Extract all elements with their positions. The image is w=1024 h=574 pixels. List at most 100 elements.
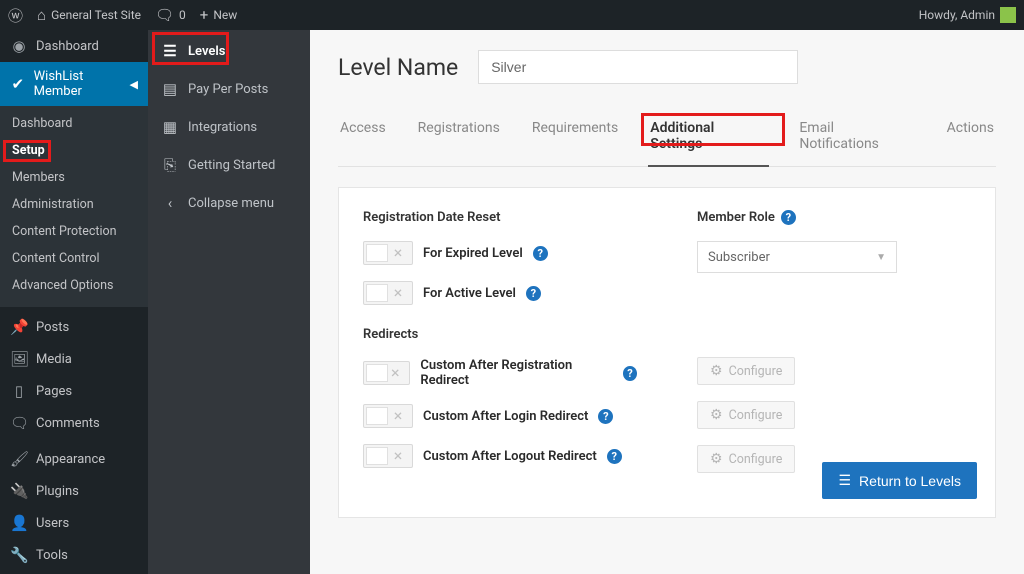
pages-icon: ▯: [10, 382, 28, 400]
x-icon: ×: [389, 447, 407, 465]
label-after-login: Custom After Login Redirect: [423, 409, 588, 424]
menu-users[interactable]: 👤Users: [0, 507, 148, 539]
gear-icon: ⚙: [710, 407, 723, 423]
howdy-link[interactable]: Howdy, Admin: [919, 7, 1016, 23]
submenu-members[interactable]: Members: [0, 164, 148, 191]
help-icon[interactable]: ?: [623, 366, 637, 381]
calendar-icon: ▦: [162, 118, 178, 136]
menu-wishlist-member[interactable]: ✔WishList Member◀: [0, 62, 148, 106]
avatar: [1000, 7, 1016, 23]
caret-down-icon: ▼: [876, 252, 886, 263]
member-role-select[interactable]: Subscriber ▼: [697, 241, 897, 273]
media-icon: 🖼: [10, 350, 28, 368]
check-icon: ✔: [10, 75, 26, 93]
comments-link[interactable]: 🗨0: [155, 6, 186, 24]
configure-after-login-button[interactable]: ⚙Configure: [697, 401, 795, 429]
menu-plugins[interactable]: 🔌Plugins: [0, 475, 148, 507]
admin-sidebar: ◉Dashboard ✔WishList Member◀ Dashboard S…: [0, 30, 148, 574]
submenu-dashboard[interactable]: Dashboard: [0, 110, 148, 137]
tab-email-notifications[interactable]: Email Notifications: [797, 112, 916, 166]
brush-icon: 🖌: [10, 450, 28, 468]
tabs: Access Registrations Requirements Additi…: [338, 112, 996, 167]
site-link[interactable]: ⌂ General Test Site: [37, 6, 141, 24]
wlm-collapse[interactable]: ‹Collapse menu: [148, 184, 310, 222]
x-icon: ×: [389, 244, 407, 262]
menu-appearance[interactable]: 🖌Appearance: [0, 443, 148, 475]
comment-icon: 🗨: [155, 6, 174, 24]
howdy-text: Howdy, Admin: [919, 8, 995, 22]
submenu-administration[interactable]: Administration: [0, 191, 148, 218]
gear-icon: ⚙: [710, 451, 723, 467]
document-icon: ▤: [162, 80, 178, 98]
return-to-levels-button[interactable]: ☰Return to Levels: [822, 462, 977, 499]
level-name-input[interactable]: [478, 50, 798, 84]
wlm-getting-started[interactable]: ⎘Getting Started: [148, 146, 310, 184]
toggle-expired-level[interactable]: ×: [363, 241, 413, 265]
wlm-sidebar: ☰Levels ▤Pay Per Posts ▦Integrations ⎘Ge…: [148, 30, 310, 574]
label-after-logout: Custom After Logout Redirect: [423, 449, 597, 464]
menu-pages[interactable]: ▯Pages: [0, 375, 148, 407]
toggle-after-registration[interactable]: ×: [363, 361, 410, 385]
tab-actions[interactable]: Actions: [945, 112, 996, 166]
menu-media[interactable]: 🖼Media: [0, 343, 148, 375]
submenu-advanced-options[interactable]: Advanced Options: [0, 272, 148, 299]
tab-registrations[interactable]: Registrations: [416, 112, 502, 166]
label-expired-level: For Expired Level: [423, 246, 523, 261]
help-icon[interactable]: ?: [607, 449, 622, 464]
tab-requirements[interactable]: Requirements: [530, 112, 620, 166]
toggle-after-login[interactable]: ×: [363, 404, 413, 428]
plug-icon: 🔌: [10, 482, 28, 500]
submenu-wishlist: Dashboard Setup Members Administration C…: [0, 106, 148, 307]
list-icon: ☰: [162, 42, 178, 60]
content-area: Level Name Access Registrations Requirem…: [310, 30, 1024, 574]
site-name: General Test Site: [51, 8, 141, 22]
section-redirects: Redirects: [363, 327, 637, 342]
wlm-levels[interactable]: ☰Levels: [148, 32, 310, 70]
menu-posts[interactable]: 📌Posts: [0, 311, 148, 343]
x-icon: ×: [389, 284, 407, 302]
gear-icon: ⚙: [710, 363, 723, 379]
menu-dashboard[interactable]: ◉Dashboard: [0, 30, 148, 62]
menu-tools[interactable]: 🔧Tools: [0, 539, 148, 571]
label-active-level: For Active Level: [423, 286, 516, 301]
new-link[interactable]: + New: [200, 6, 237, 24]
users-icon: 👤: [10, 514, 28, 532]
wp-logo[interactable]: ⓦ: [8, 5, 23, 26]
help-icon[interactable]: ?: [781, 210, 796, 225]
label-after-registration: Custom After Registration Redirect: [420, 358, 613, 388]
comments-count: 0: [179, 8, 186, 22]
wlm-integrations[interactable]: ▦Integrations: [148, 108, 310, 146]
arrow-icon: ◀: [130, 78, 138, 91]
submenu-content-control[interactable]: Content Control: [0, 245, 148, 272]
list-icon: ☰: [838, 472, 851, 489]
help-icon[interactable]: ?: [533, 246, 548, 261]
help-icon[interactable]: ?: [526, 286, 541, 301]
toggle-after-logout[interactable]: ×: [363, 444, 413, 468]
select-value: Subscriber: [708, 250, 770, 265]
tools-icon: 🔧: [10, 546, 28, 564]
settings-panel: Registration Date Reset × For Expired Le…: [338, 187, 996, 518]
tab-access[interactable]: Access: [338, 112, 388, 166]
submenu-content-protection[interactable]: Content Protection: [0, 218, 148, 245]
x-icon: ×: [386, 364, 404, 382]
pin-icon: 📌: [10, 318, 28, 336]
wlm-payperposts[interactable]: ▤Pay Per Posts: [148, 70, 310, 108]
plus-icon: +: [200, 6, 209, 24]
export-icon: ⎘: [162, 156, 178, 174]
x-icon: ×: [389, 407, 407, 425]
new-label: New: [213, 8, 237, 22]
section-reg-date-reset: Registration Date Reset: [363, 210, 637, 225]
submenu-setup[interactable]: Setup: [0, 137, 148, 164]
configure-after-reg-button[interactable]: ⚙Configure: [697, 357, 795, 385]
help-icon[interactable]: ?: [598, 409, 613, 424]
toggle-active-level[interactable]: ×: [363, 281, 413, 305]
menu-comments[interactable]: 🗨Comments: [0, 407, 148, 439]
tab-additional-settings[interactable]: Additional Settings: [648, 112, 769, 166]
admin-bar: ⓦ ⌂General Test Site 🗨0 +New Howdy, Admi…: [0, 0, 1024, 30]
configure-after-logout-button[interactable]: ⚙Configure: [697, 445, 795, 473]
page-title: Level Name: [338, 54, 458, 81]
comments-icon: 🗨: [10, 414, 28, 432]
dashboard-icon: ◉: [10, 37, 28, 55]
section-member-role: Member Role?: [697, 210, 971, 225]
home-icon: ⌂: [37, 6, 46, 24]
